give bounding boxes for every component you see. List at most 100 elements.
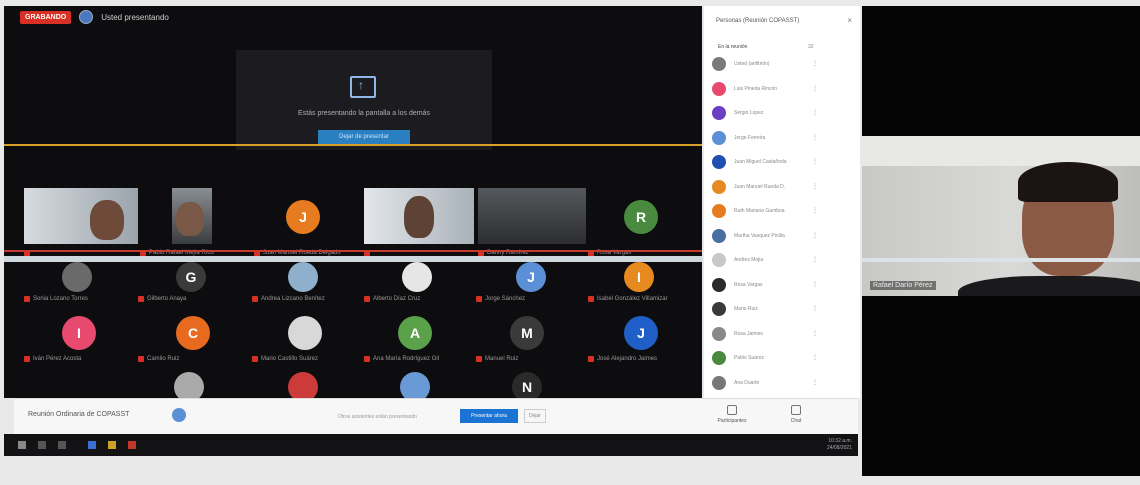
participant-avatar: I (624, 262, 654, 292)
presenter-webcam: Rafael Darío Pérez (862, 136, 1140, 296)
participant-list-item[interactable]: Juan Manuel Rueda D. ⋮ (712, 177, 852, 197)
browser-icon[interactable] (88, 441, 96, 449)
participant-tile[interactable]: A Ana María Rodríguez Gil (364, 314, 472, 362)
presenter-hair (1018, 162, 1118, 202)
participant-name: Manuel Ruiz (485, 356, 519, 362)
participant-face (404, 196, 434, 238)
more-options-icon[interactable]: ⋮ (812, 330, 828, 337)
participant-tile[interactable] (364, 188, 474, 256)
more-options-icon[interactable]: ⋮ (812, 379, 828, 386)
participant-face (176, 202, 204, 236)
more-options-icon[interactable]: ⋮ (812, 207, 828, 214)
mic-off-icon (252, 296, 258, 302)
participant-list-item[interactable]: Sergio Lopez ⋮ (712, 103, 852, 123)
more-options-icon[interactable]: ⋮ (812, 232, 828, 239)
participant-name: Ana María Rodríguez Gil (373, 356, 440, 362)
participant-tile[interactable]: J Jorge Sánchez (476, 262, 584, 302)
close-icon[interactable]: × (847, 16, 852, 25)
more-options-icon[interactable]: ⋮ (812, 281, 828, 288)
participant-avatar: I (62, 316, 96, 350)
scan-band (862, 258, 1140, 262)
participant-avatar (712, 81, 726, 96)
people-icon (727, 405, 737, 415)
participant-tile[interactable]: Mario Castillo Suárez (252, 314, 360, 362)
more-options-icon[interactable]: ⋮ (812, 305, 828, 312)
participant-tile[interactable]: Sonia Lozano Torres (24, 262, 132, 302)
folder-icon[interactable] (108, 441, 116, 449)
stop-button[interactable]: Dejar (524, 409, 546, 423)
participant-count: 32 (808, 44, 814, 50)
participant-tile[interactable]: Danny Ramírez (478, 188, 586, 256)
participant-list-item[interactable]: Ana Duarte ⋮ (712, 373, 852, 393)
participant-tile[interactable]: M Manuel Ruiz (476, 314, 584, 362)
chat-button[interactable]: Chat (776, 405, 816, 424)
participant-tile[interactable]: Pablo Rafael Mejía Ríos (140, 188, 214, 256)
participant-name: José Alejandro Jaimes (597, 356, 658, 362)
participant-list-item[interactable]: Jorge Ferreira ⋮ (712, 128, 852, 148)
more-options-icon[interactable]: ⋮ (812, 134, 828, 141)
stop-presenting-button[interactable]: Dejar de presentar (318, 130, 410, 144)
present-screen-icon (350, 76, 376, 98)
security-icon[interactable] (172, 408, 186, 422)
participants-button[interactable]: Participantes (712, 405, 752, 424)
participant-avatar (712, 179, 726, 194)
participant-tile[interactable]: I Isabel González Villamizar (588, 262, 696, 302)
mic-off-icon (588, 356, 594, 362)
participant-list-item[interactable]: Rosa Vargas ⋮ (712, 275, 852, 295)
task-view-icon[interactable] (58, 441, 66, 449)
participant-tile[interactable]: Andrea Lizcano Benítez (252, 262, 360, 302)
more-options-icon[interactable]: ⋮ (812, 256, 828, 263)
presenting-panel: Estás presentando la pantalla a los demá… (236, 50, 492, 150)
participant-list-item[interactable]: Luis Pineda Rincón ⋮ (712, 79, 852, 99)
clock-date: 24/08/2021 (826, 445, 852, 451)
participant-list-item[interactable]: Pablo Suárez ⋮ (712, 348, 852, 368)
participant-list-item[interactable]: Andres Mejia ⋮ (712, 250, 852, 270)
more-options-icon[interactable]: ⋮ (812, 158, 828, 165)
participant-tile[interactable]: I Iván Pérez Acosta (24, 314, 132, 362)
participant-tile[interactable]: J José Alejandro Jaimes (588, 314, 696, 362)
participant-photo[interactable] (288, 372, 318, 398)
presenter-shirt (958, 276, 1140, 296)
participant-avatar: A (398, 316, 432, 350)
start-icon[interactable] (18, 441, 26, 449)
app-icon[interactable] (128, 441, 136, 449)
participant-photo[interactable] (400, 372, 430, 398)
participant-list-item[interactable]: Ruth Mariana Gamboa ⋮ (712, 201, 852, 221)
system-clock[interactable]: 10:32 a.m. 24/08/2021 (827, 438, 852, 452)
more-options-icon[interactable]: ⋮ (812, 183, 828, 190)
more-options-icon[interactable]: ⋮ (812, 109, 828, 116)
mic-off-icon (364, 296, 370, 302)
more-options-icon[interactable]: ⋮ (812, 60, 828, 67)
participant-name: Iván Pérez Acosta (33, 356, 82, 362)
more-options-icon[interactable]: ⋮ (812, 85, 828, 92)
participant-list-item[interactable]: Mario Ruiz ⋮ (712, 299, 852, 319)
participant-video (24, 188, 138, 244)
participant-tile[interactable] (24, 188, 138, 256)
participant-photo[interactable] (174, 372, 204, 398)
participant-list-name: Rosa Vargas (734, 281, 763, 288)
more-options-icon[interactable]: ⋮ (812, 354, 828, 361)
participant-avatar (712, 106, 726, 120)
shield-icon[interactable] (79, 10, 94, 24)
presenting-notice: Otros asistentes están presentando (338, 414, 417, 420)
participant-list-item[interactable]: Usted (anfitrión) ⋮ (712, 54, 852, 74)
present-now-button[interactable]: Presentar ahora (460, 409, 518, 423)
participant-tile[interactable]: C Camilo Ruiz (138, 314, 246, 362)
participant-tile[interactable]: G Gilberto Anaya (138, 262, 246, 302)
participant-tile[interactable]: J Juan Manuel Rueda Delgado (254, 188, 362, 256)
participant-avatar: R (624, 200, 658, 234)
participants-label: Participantes (717, 418, 747, 424)
participant-avatar[interactable]: N (512, 372, 542, 398)
meeting-name[interactable]: Reunión Ordinaria de COPASST (28, 411, 129, 418)
participant-tile[interactable]: R Rosa Vargas (588, 188, 696, 256)
participant-list-name: Martha Vasquez Pinilla (734, 232, 785, 239)
search-icon[interactable] (38, 441, 46, 449)
participant-list-item[interactable]: Rosa Jaimes ⋮ (712, 324, 852, 344)
mic-off-icon (24, 356, 30, 362)
participant-list-item[interactable]: Martha Vasquez Pinilla ⋮ (712, 226, 852, 246)
scan-band (4, 256, 702, 262)
divider-line (4, 250, 702, 252)
chat-icon (791, 405, 801, 415)
participant-list-item[interactable]: Juan Miguel Castañeda ⋮ (712, 152, 852, 172)
participant-tile[interactable]: Alberto Díaz Cruz (364, 262, 472, 302)
